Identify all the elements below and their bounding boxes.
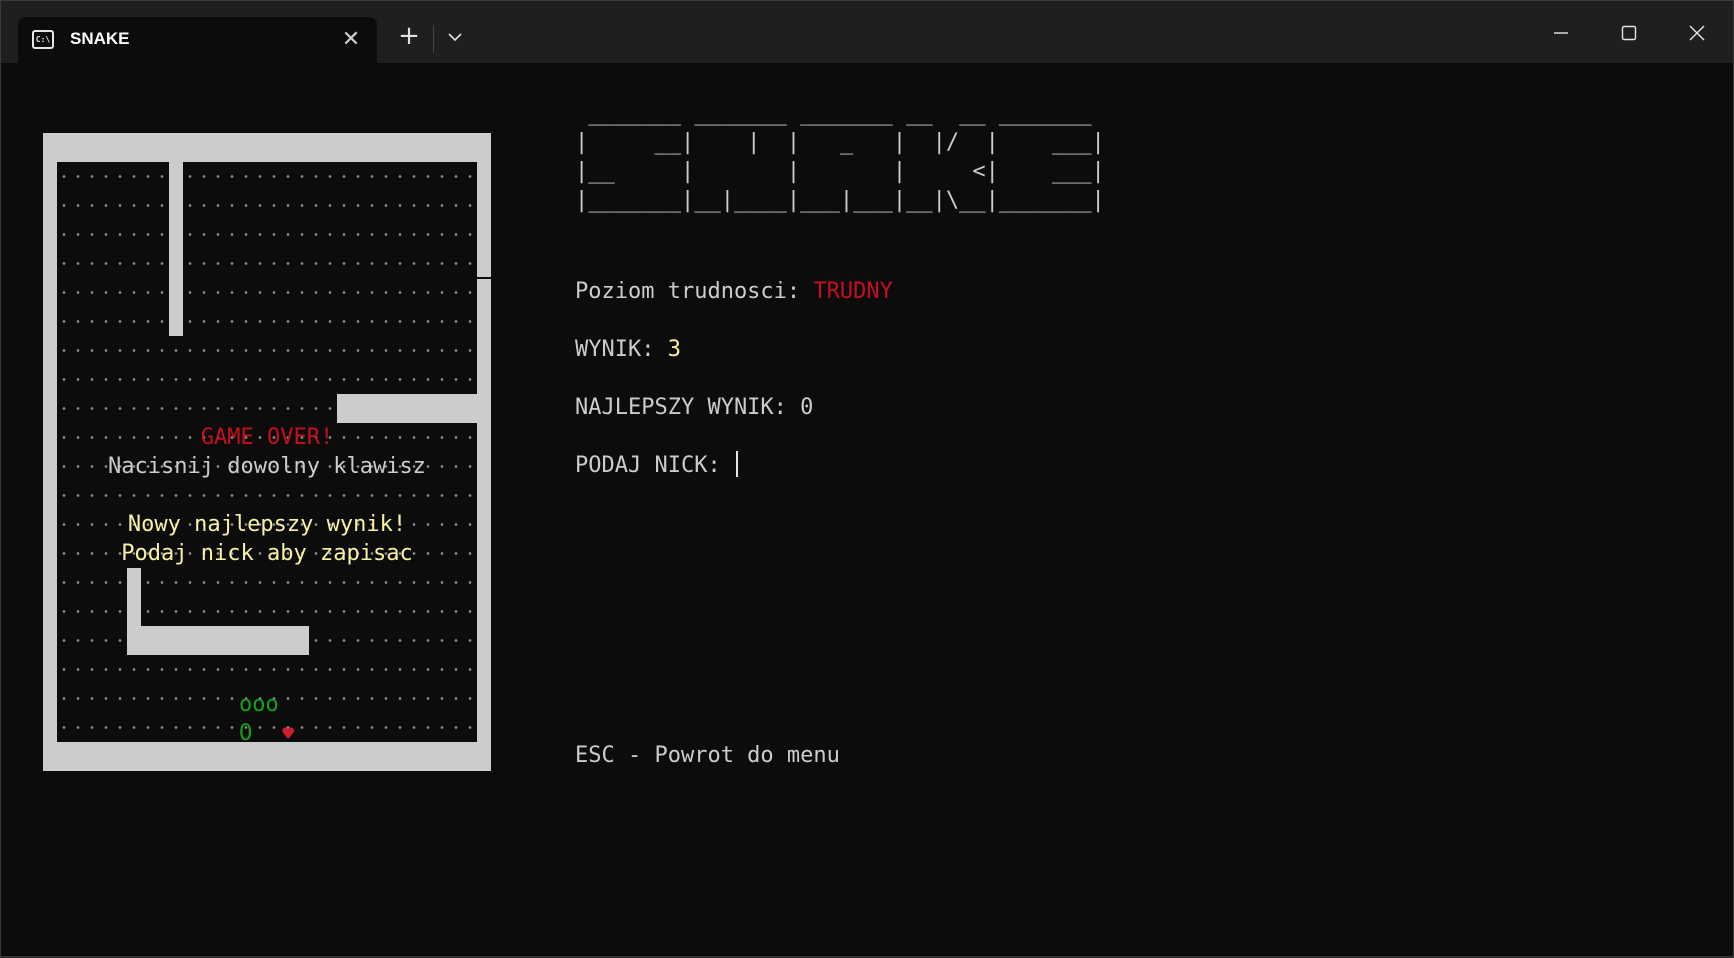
terminal-icon: C:\ bbox=[32, 30, 54, 49]
close-icon bbox=[1689, 25, 1705, 41]
snake-ascii-logo: _______ _______ _______ __ __ _______ | … bbox=[575, 101, 1105, 213]
maximize-button[interactable] bbox=[1599, 11, 1659, 55]
nick-label: PODAJ NICK: bbox=[575, 453, 734, 478]
difficulty-value: TRUDNY bbox=[813, 279, 893, 304]
terminal-content: GAME OVER! Nacisnij dowolny klawisz Nowy… bbox=[1, 63, 1733, 958]
nick-input-line[interactable]: PODAJ NICK: bbox=[575, 451, 738, 480]
best-score-line: NAJLEPSZY WYNIK: 0 bbox=[575, 393, 813, 422]
terminal-window: C:\ SNAKE ✕ + GAME OVER! Nacisnij dowoln… bbox=[0, 0, 1734, 957]
close-window-button[interactable] bbox=[1667, 11, 1727, 55]
tab-dropdown-button[interactable] bbox=[439, 21, 471, 53]
maximize-icon bbox=[1621, 25, 1637, 41]
snake-body: ooo bbox=[239, 692, 279, 717]
obstacle-wall bbox=[337, 394, 477, 423]
obstacle-wall bbox=[169, 162, 183, 336]
difficulty-line: Poziom trudnosci: TRUDNY bbox=[575, 277, 893, 306]
enter-nick-hint-text: Podaj nick aby zapisac bbox=[121, 541, 413, 566]
game-over-text: GAME OVER! bbox=[200, 425, 334, 450]
score-line: WYNIK: 3 bbox=[575, 335, 681, 364]
board-field: GAME OVER! Nacisnij dowolny klawisz Nowy… bbox=[57, 162, 477, 746]
close-tab-icon[interactable]: ✕ bbox=[336, 25, 366, 55]
heart-food-icon: ♥ bbox=[281, 724, 296, 743]
new-best-score-text: Nowy najlepszy wynik! bbox=[127, 512, 407, 537]
esc-hint: ESC - Powrot do menu bbox=[575, 743, 840, 768]
game-board: GAME OVER! Nacisnij dowolny klawisz Nowy… bbox=[43, 133, 491, 771]
best-score-label: NAJLEPSZY WYNIK: bbox=[575, 395, 801, 420]
obstacle-wall bbox=[127, 626, 309, 655]
difficulty-label: Poziom trudnosci: bbox=[575, 279, 814, 304]
tab-title: SNAKE bbox=[70, 29, 130, 48]
chevron-down-icon bbox=[448, 33, 462, 42]
minimize-button[interactable] bbox=[1531, 11, 1591, 55]
score-value: 3 bbox=[667, 337, 681, 362]
new-tab-button[interactable]: + bbox=[393, 21, 425, 53]
press-any-key-text: Nacisnij dowolny klawisz bbox=[108, 454, 426, 479]
best-score-value: 0 bbox=[800, 395, 814, 420]
minimize-icon bbox=[1554, 32, 1568, 34]
wall-notch bbox=[477, 277, 491, 279]
snake-head: O bbox=[239, 721, 253, 746]
title-bar: C:\ SNAKE ✕ + bbox=[1, 1, 1733, 63]
tab-snake[interactable]: C:\ SNAKE ✕ bbox=[18, 17, 377, 63]
score-label: WYNIK: bbox=[575, 337, 668, 362]
text-cursor bbox=[735, 451, 738, 477]
tab-separator bbox=[433, 25, 434, 53]
